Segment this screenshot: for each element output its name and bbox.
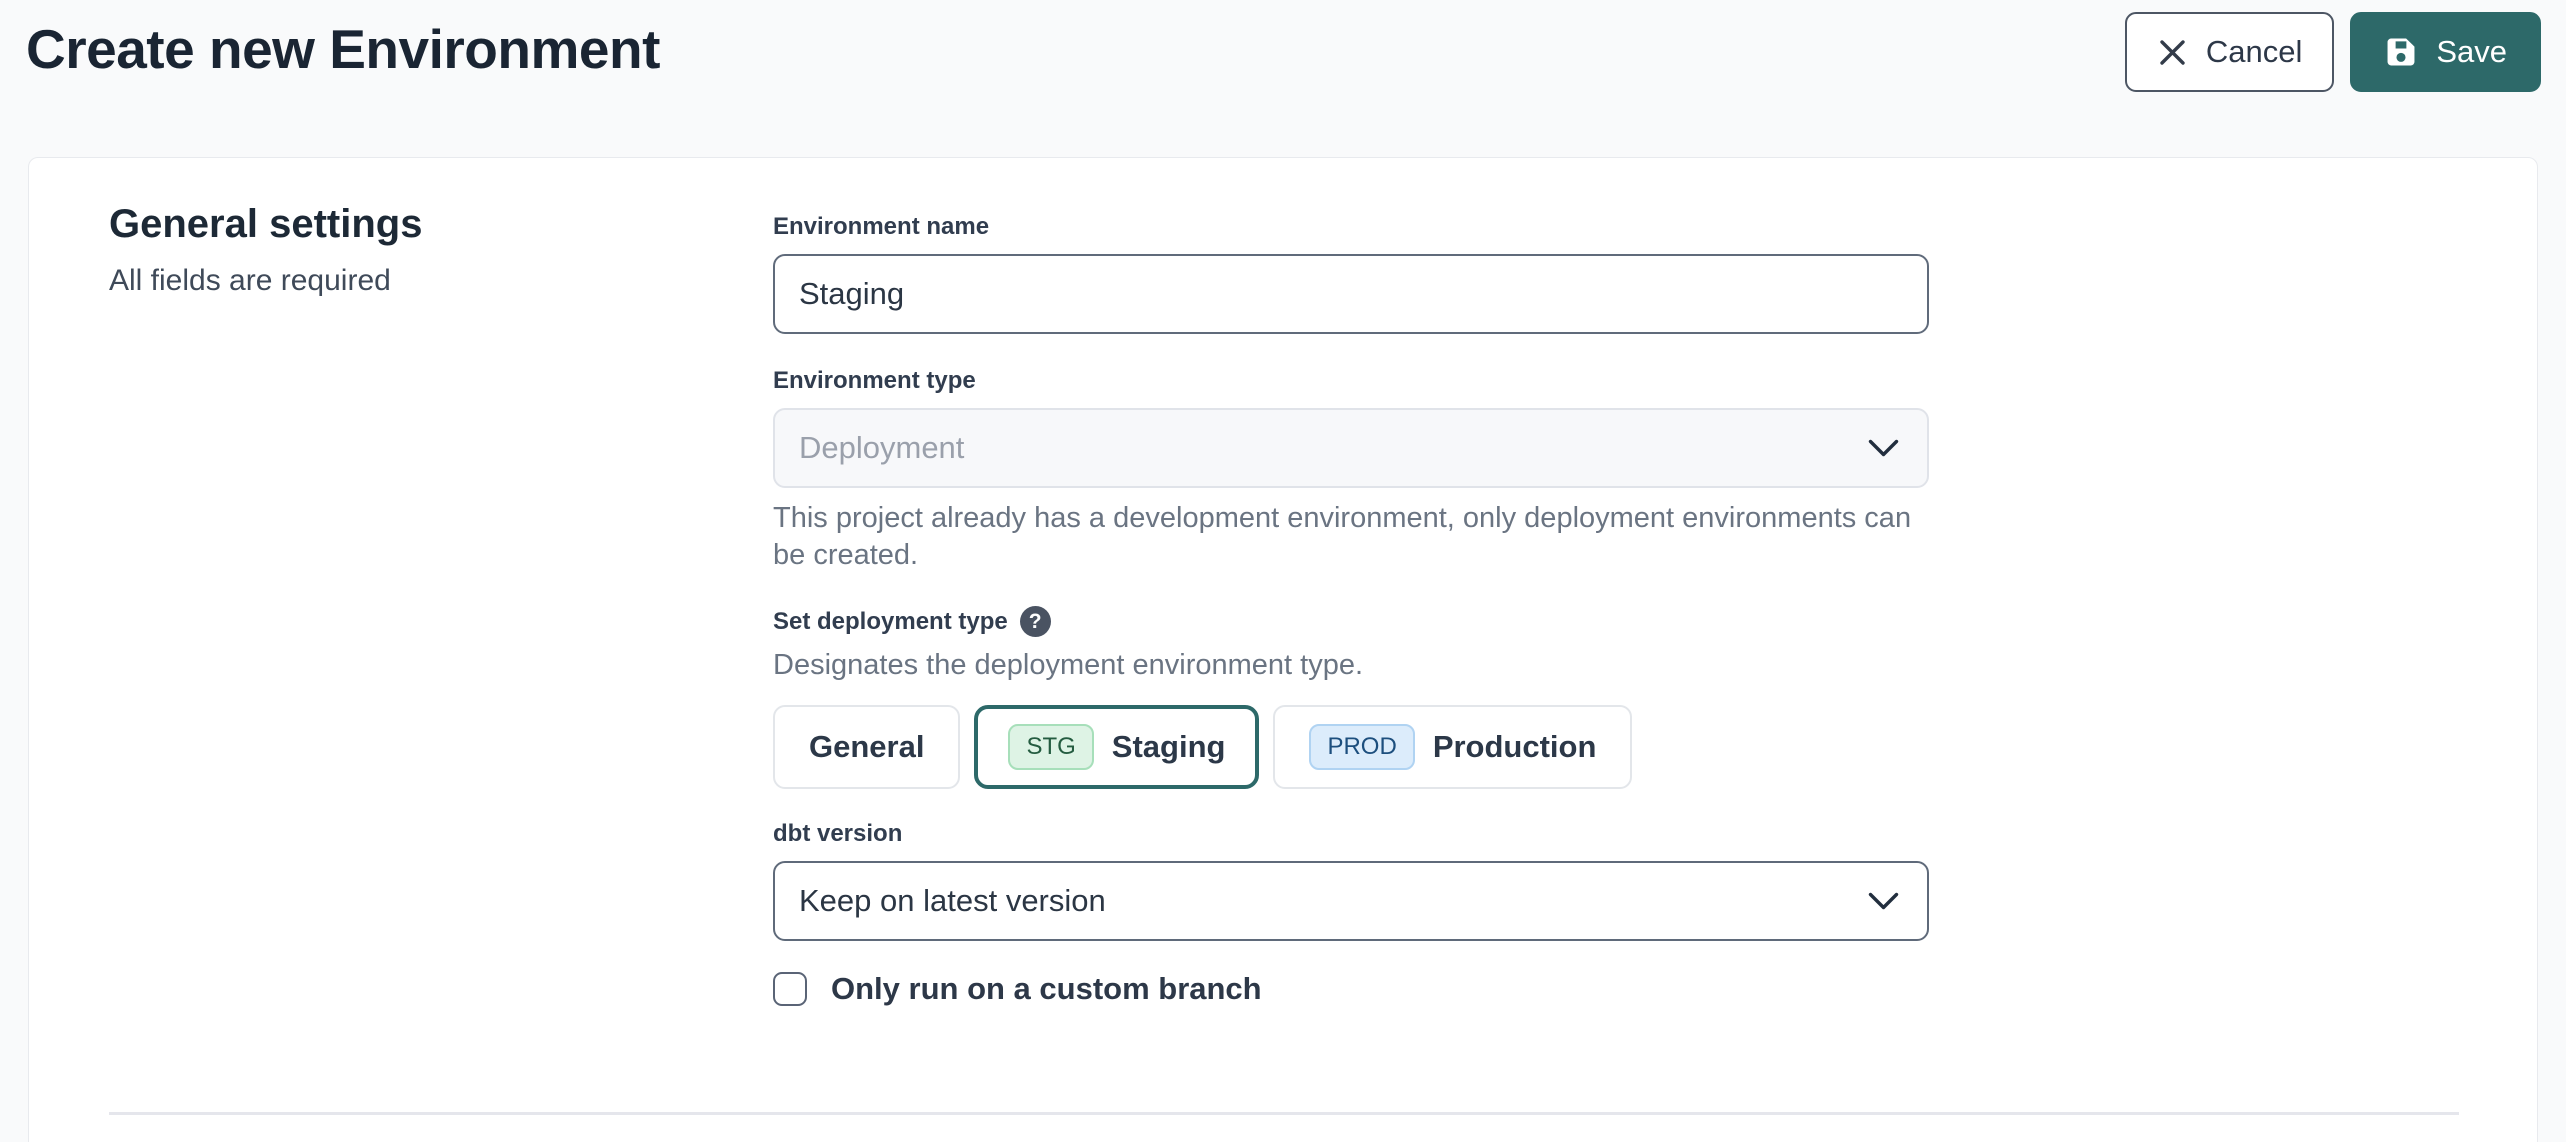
- chevron-down-icon: [1868, 439, 1899, 458]
- dbt-version-value: Keep on latest version: [799, 883, 1106, 919]
- section-header: General settings All fields are required: [109, 200, 422, 300]
- cancel-button[interactable]: Cancel: [2125, 12, 2335, 92]
- deployment-type-general-button[interactable]: General: [773, 705, 960, 789]
- deployment-type-general-label: General: [809, 729, 924, 765]
- floppy-disk-icon: [2384, 35, 2418, 69]
- prod-badge: PROD: [1309, 724, 1414, 770]
- deployment-type-production-button[interactable]: PROD Production: [1273, 705, 1632, 789]
- chevron-down-icon: [1868, 892, 1899, 911]
- dbt-version-label: dbt version: [773, 819, 1929, 849]
- section-subtitle: All fields are required: [109, 262, 422, 300]
- save-button-label: Save: [2436, 34, 2507, 70]
- header-actions: Cancel Save: [2125, 12, 2541, 92]
- custom-branch-checkbox[interactable]: [773, 972, 807, 1006]
- custom-branch-row: Only run on a custom branch: [773, 971, 1929, 1007]
- environment-type-select[interactable]: Deployment: [773, 408, 1929, 488]
- deployment-type-options: General STG Staging PROD Production: [773, 705, 1929, 789]
- save-button[interactable]: Save: [2350, 12, 2541, 92]
- environment-type-value: Deployment: [799, 430, 964, 466]
- question-mark-icon[interactable]: ?: [1020, 606, 1051, 637]
- deployment-type-staging-label: Staging: [1112, 729, 1226, 765]
- custom-branch-label: Only run on a custom branch: [831, 971, 1262, 1007]
- environment-type-label: Environment type: [773, 366, 1929, 396]
- stg-badge: STG: [1008, 724, 1093, 770]
- section-title: General settings: [109, 200, 422, 248]
- environment-type-help-text: This project already has a development e…: [773, 500, 1929, 574]
- settings-card: General settings All fields are required…: [28, 157, 2538, 1142]
- deployment-type-label: Set deployment type: [773, 607, 1008, 637]
- environment-name-input[interactable]: [773, 254, 1929, 334]
- deployment-type-label-row: Set deployment type ?: [773, 606, 1929, 637]
- environment-form: Environment name Environment type Deploy…: [773, 158, 1929, 1007]
- close-icon: [2157, 37, 2188, 68]
- environment-name-label: Environment name: [773, 212, 1929, 242]
- deployment-type-description: Designates the deployment environment ty…: [773, 647, 1929, 684]
- dbt-version-select[interactable]: Keep on latest version: [773, 861, 1929, 941]
- cancel-button-label: Cancel: [2206, 34, 2303, 70]
- page-header: Create new Environment Cancel Save: [0, 0, 2566, 157]
- section-divider: [109, 1112, 2459, 1115]
- deployment-type-production-label: Production: [1433, 729, 1597, 765]
- deployment-type-staging-button[interactable]: STG Staging: [974, 705, 1259, 789]
- page-title: Create new Environment: [26, 16, 660, 82]
